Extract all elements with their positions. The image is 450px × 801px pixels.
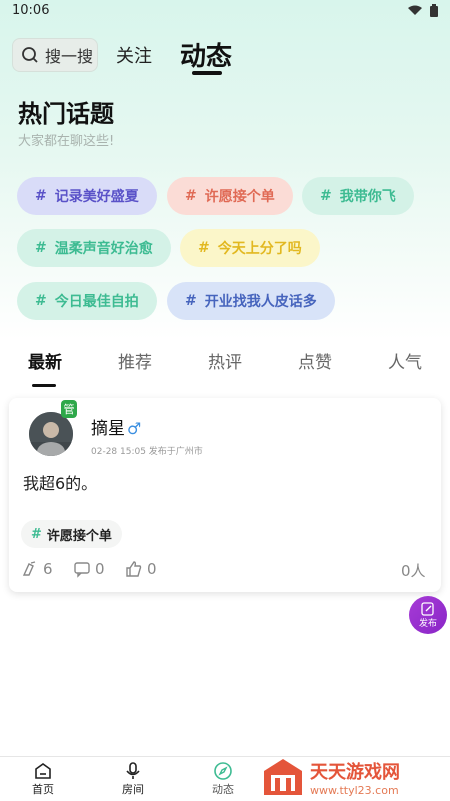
nav-feed-label: 动态 <box>212 783 234 796</box>
like-button[interactable]: 6 <box>21 560 53 578</box>
hash-icon: # <box>35 240 47 256</box>
status-icons <box>408 4 438 17</box>
hot-topics-title: 热门话题 <box>18 100 114 128</box>
hash-icon: # <box>35 188 47 204</box>
like-count: 6 <box>43 560 53 578</box>
home-icon <box>35 763 51 779</box>
hot-topics-subtitle: 大家都在聊这些! <box>18 134 115 149</box>
topic-label: 开业找我人皮话多 <box>204 294 317 310</box>
nav-room-label: 房间 <box>122 783 144 796</box>
nav-room[interactable]: 房间 <box>122 761 144 797</box>
topic-label: 许愿接个单 <box>204 189 275 205</box>
compass-icon <box>214 762 232 780</box>
tab-follow[interactable]: 关注 <box>116 42 152 68</box>
post-username[interactable]: 摘星 ♂ <box>91 414 141 439</box>
tab-feed-indicator <box>192 71 222 75</box>
top-nav: 搜一搜 关注 动态 <box>0 36 450 80</box>
search-icon <box>22 47 38 63</box>
status-bar: 10:06 <box>0 0 450 22</box>
admin-badge: 管 <box>61 400 77 418</box>
topic-chip[interactable]: # 温柔声音好治愈 <box>17 229 171 267</box>
nav-feed[interactable]: 动态 <box>212 761 234 797</box>
topic-label: 记录美好盛夏 <box>54 189 139 205</box>
topic-chip[interactable]: # 许愿接个单 <box>167 177 293 215</box>
username-text: 摘星 <box>91 419 125 439</box>
avatar[interactable] <box>29 412 73 456</box>
edit-icon <box>421 601 434 616</box>
post-tag-label: 许愿接个单 <box>46 528 112 544</box>
watermark-title: 天天游戏网 <box>310 761 400 783</box>
tab-recommended[interactable]: 推荐 <box>118 348 152 373</box>
avatar-photo <box>29 412 73 456</box>
viewer-count: 0人 <box>401 562 426 580</box>
tab-likes[interactable]: 点赞 <box>298 348 332 373</box>
publish-button[interactable]: 发布 <box>409 596 447 634</box>
feed-tabs: 最新 推荐 热评 点赞 人气 <box>0 348 450 388</box>
status-time: 10:06 <box>12 3 50 18</box>
search-box[interactable]: 搜一搜 <box>12 38 98 72</box>
topic-chip[interactable]: # 我带你飞 <box>302 177 414 215</box>
tab-hot-comments[interactable]: 热评 <box>208 348 242 373</box>
tab-popularity[interactable]: 人气 <box>388 348 422 373</box>
wifi-icon <box>408 5 422 15</box>
nav-home[interactable]: 首页 <box>32 761 54 797</box>
hash-icon: # <box>31 526 42 542</box>
comment-icon <box>74 562 90 578</box>
post-card[interactable]: 管 摘星 ♂ 02-28 15:05 发布于广州市 我超6的。 # 许愿接个单 6 … <box>9 398 441 592</box>
topic-chip[interactable]: # 记录美好盛夏 <box>17 177 157 215</box>
hash-icon: # <box>320 188 332 204</box>
watermark-url: www.ttyl23.com <box>310 783 399 797</box>
topic-label: 温柔声音好治愈 <box>54 241 153 257</box>
tab-feed[interactable]: 动态 <box>180 36 232 73</box>
battery-icon <box>430 4 438 17</box>
topic-chip[interactable]: # 开业找我人皮话多 <box>167 282 335 320</box>
nav-home-label: 首页 <box>32 783 54 796</box>
thumbs-up-button[interactable]: 0 <box>125 560 157 578</box>
thumbs-up-count: 0 <box>147 560 157 578</box>
topic-label: 今日最佳自拍 <box>54 294 139 310</box>
post-topic-tag[interactable]: # 许愿接个单 <box>21 520 122 548</box>
thumbs-up-icon <box>126 561 142 577</box>
publish-label: 发布 <box>418 618 437 629</box>
hash-icon: # <box>185 188 197 204</box>
tab-indicator <box>32 384 56 387</box>
post-actions: 6 0 0 0人 <box>21 560 431 582</box>
gender-icon: ♂ <box>127 419 142 438</box>
microphone-icon <box>126 762 140 779</box>
tab-latest[interactable]: 最新 <box>28 348 62 373</box>
watermark: 天天游戏网 www.ttyl23.com <box>262 754 450 800</box>
post-meta: 02-28 15:05 发布于广州市 <box>91 447 203 457</box>
topic-chip[interactable]: # 今日最佳自拍 <box>17 282 157 320</box>
post-body: 我超6的。 <box>23 474 98 493</box>
search-placeholder: 搜一搜 <box>45 47 94 66</box>
topic-chip[interactable]: # 今天上分了吗 <box>180 229 320 267</box>
comment-count: 0 <box>95 560 105 578</box>
topic-label: 我带你飞 <box>339 189 396 205</box>
topic-label: 今天上分了吗 <box>217 241 302 257</box>
hash-icon: # <box>198 240 210 256</box>
watermark-logo <box>264 759 302 795</box>
comment-button[interactable]: 0 <box>73 560 105 578</box>
cheers-icon <box>22 561 36 576</box>
hash-icon: # <box>185 293 197 309</box>
hash-icon: # <box>35 293 47 309</box>
